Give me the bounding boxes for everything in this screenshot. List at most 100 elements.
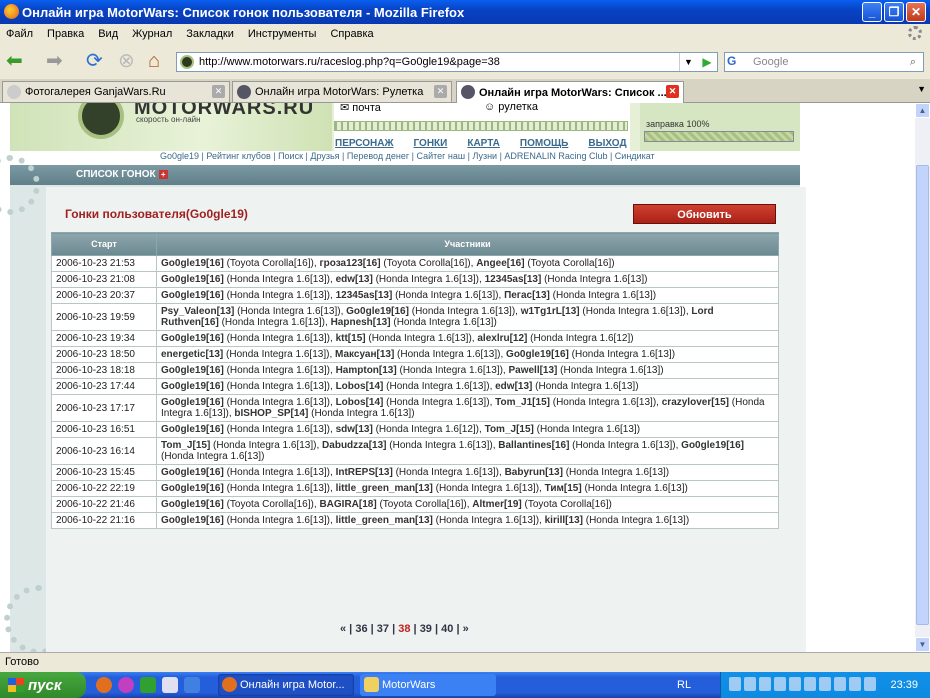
app-quicklaunch-icon[interactable] <box>140 677 156 693</box>
nav-map[interactable]: КАРТА <box>467 138 500 149</box>
participant-link[interactable]: bISHOP_SP[14] <box>234 408 308 419</box>
menu-file[interactable]: Файл <box>6 28 33 40</box>
site-logo[interactable]: MOTORWARS.RU скорость он-лайн <box>10 103 332 151</box>
participant-link[interactable]: 12345as[13] <box>485 274 542 285</box>
tray-icon[interactable] <box>789 677 801 691</box>
maximize-button[interactable]: ❐ <box>884 2 904 22</box>
tray-icon[interactable] <box>864 677 876 691</box>
participant-link[interactable]: Babyrun[13] <box>505 467 563 478</box>
page-link[interactable]: 40 <box>441 623 453 635</box>
nav-exit[interactable]: ВЫХОД <box>588 138 626 149</box>
tray-icon[interactable] <box>849 677 861 691</box>
participant-link[interactable]: Ballantines[16] <box>498 440 569 451</box>
participant-link[interactable]: edw[13] <box>495 381 532 392</box>
participant-link[interactable]: Tom_J[15] <box>485 424 534 435</box>
participant-link[interactable]: Go0gle19[16] <box>161 424 224 435</box>
participant-link[interactable]: Go0gle19[16] <box>161 483 224 494</box>
mail-link[interactable]: ✉ почта <box>340 103 381 114</box>
refresh-button[interactable]: Обновить <box>633 204 776 224</box>
tab-races-list[interactable]: Онлайн игра MotorWars: Список ... ✕ <box>456 81 684 103</box>
menu-help[interactable]: Справка <box>330 28 373 40</box>
participant-link[interactable]: Максуан[13] <box>335 349 394 360</box>
tray-icon[interactable] <box>804 677 816 691</box>
participant-link[interactable]: little_green_man[13] <box>336 515 433 526</box>
tray-icon[interactable] <box>729 677 741 691</box>
nav-help[interactable]: ПОМОЩЬ <box>520 138 568 149</box>
participant-link[interactable]: BAGIRA[18] <box>319 499 376 510</box>
participant-link[interactable]: energetic[13] <box>161 349 223 360</box>
participant-link[interactable]: Psy_Valeon[13] <box>161 306 234 317</box>
tray-icon[interactable] <box>819 677 831 691</box>
participant-link[interactable]: Go0gle19[16] <box>161 381 224 392</box>
participant-link[interactable]: Lobos[14] <box>336 381 384 392</box>
window-titlebar[interactable]: Онлайн игра MotorWars: Список гонок поль… <box>0 0 930 24</box>
scroll-thumb[interactable] <box>916 165 929 625</box>
participant-link[interactable]: Tom_J1[15] <box>495 397 550 408</box>
participant-link[interactable]: sdw[13] <box>336 424 373 435</box>
close-tab-icon[interactable]: ✕ <box>434 85 447 98</box>
tray-icon[interactable] <box>744 677 756 691</box>
stop-icon[interactable]: ⊗ <box>118 50 135 74</box>
go-icon[interactable]: ▶ <box>697 53 717 71</box>
back-icon[interactable]: ⬅ <box>6 50 23 74</box>
participant-link[interactable]: alexlru[12] <box>477 333 527 344</box>
minimize-button[interactable]: _ <box>862 2 882 22</box>
address-bar[interactable]: http://www.motorwars.ru/raceslog.php?q=G… <box>176 52 718 72</box>
participant-link[interactable]: Go0gle19[16] <box>681 440 744 451</box>
participant-link[interactable]: IntREPS[13] <box>336 467 393 478</box>
tab-roulette[interactable]: Онлайн игра MotorWars: Рулетка ✕ <box>232 81 452 102</box>
participant-link[interactable]: kirill[13] <box>545 515 583 526</box>
search-box[interactable]: G Google ⌕ <box>724 52 924 72</box>
search-engine-icon[interactable]: G <box>727 54 749 70</box>
tray-icon[interactable] <box>774 677 786 691</box>
page-link[interactable]: 37 <box>377 623 389 635</box>
participant-link[interactable]: edw[13] <box>336 274 373 285</box>
participant-link[interactable]: Dabudzza[13] <box>322 440 386 451</box>
page-next[interactable]: » <box>463 623 469 635</box>
scroll-down-icon[interactable]: ▼ <box>915 637 930 652</box>
page-link[interactable]: 36 <box>355 623 367 635</box>
participant-link[interactable]: Go0gle19[16] <box>161 397 224 408</box>
search-input[interactable]: Google <box>753 56 788 68</box>
search-icon[interactable]: ⌕ <box>903 53 923 71</box>
participant-link[interactable]: 12345as[13] <box>336 290 393 301</box>
participant-link[interactable]: ktt[15] <box>336 333 366 344</box>
document-quicklaunch-icon[interactable] <box>162 677 178 693</box>
tab-list-icon[interactable]: ▼ <box>917 84 926 94</box>
menu-bookmarks[interactable]: Закладки <box>186 28 234 40</box>
taskbar-item-firefox[interactable]: Онлайн игра Motor... <box>218 674 354 696</box>
close-tab-icon[interactable]: ✕ <box>212 85 225 98</box>
participant-link[interactable]: Hampton[13] <box>336 365 397 376</box>
firefox-quicklaunch-icon[interactable] <box>96 677 112 693</box>
participant-link[interactable]: Pawell[13] <box>508 365 557 376</box>
participant-link[interactable]: little_green_man[13] <box>336 483 433 494</box>
forward-icon[interactable]: ➡ <box>46 50 63 74</box>
participant-link[interactable]: Go0gle19[16] <box>161 274 224 285</box>
page-prev[interactable]: « <box>340 623 346 635</box>
participant-link[interactable]: Lobos[14] <box>336 397 384 408</box>
participant-link[interactable]: w1Tg1rL[13] <box>521 306 580 317</box>
nav-character[interactable]: ПЕРСОНАЖ <box>335 138 394 149</box>
participant-link[interactable]: Go0gle19[16] <box>506 349 569 360</box>
participant-link[interactable]: Go0gle19[16] <box>161 333 224 344</box>
roulette-link[interactable]: ☺ рулетка <box>484 103 538 113</box>
participant-link[interactable]: Go0gle19[16] <box>161 499 224 510</box>
tray-icon[interactable] <box>834 677 846 691</box>
address-url[interactable]: http://www.motorwars.ru/raceslog.php?q=G… <box>199 56 500 68</box>
participant-link[interactable]: crazylover[15] <box>662 397 729 408</box>
taskbar-item-folder[interactable]: MotorWars <box>360 674 496 696</box>
participant-link[interactable]: Hapnesh[13] <box>331 317 391 328</box>
participant-link[interactable]: Go0gle19[16] <box>161 365 224 376</box>
sub-links[interactable]: Go0gle19 | Рейтинг клубов | Поиск | Друз… <box>160 151 655 161</box>
scroll-up-icon[interactable]: ▲ <box>915 103 930 118</box>
menu-view[interactable]: Вид <box>98 28 118 40</box>
nav-races[interactable]: ГОНКИ <box>414 138 448 149</box>
participant-link[interactable]: гроза123[16] <box>319 258 380 269</box>
tab-ganjawars[interactable]: Фотогалерея GanjaWars.Ru ✕ <box>2 81 230 102</box>
participant-link[interactable]: Go0gle19[16] <box>161 290 224 301</box>
home-icon[interactable]: ⌂ <box>148 50 160 74</box>
tray-icon[interactable] <box>759 677 771 691</box>
participant-link[interactable]: Go0gle19[16] <box>161 515 224 526</box>
page-link[interactable]: 39 <box>420 623 432 635</box>
participant-link[interactable]: Go0gle19[16] <box>161 258 224 269</box>
